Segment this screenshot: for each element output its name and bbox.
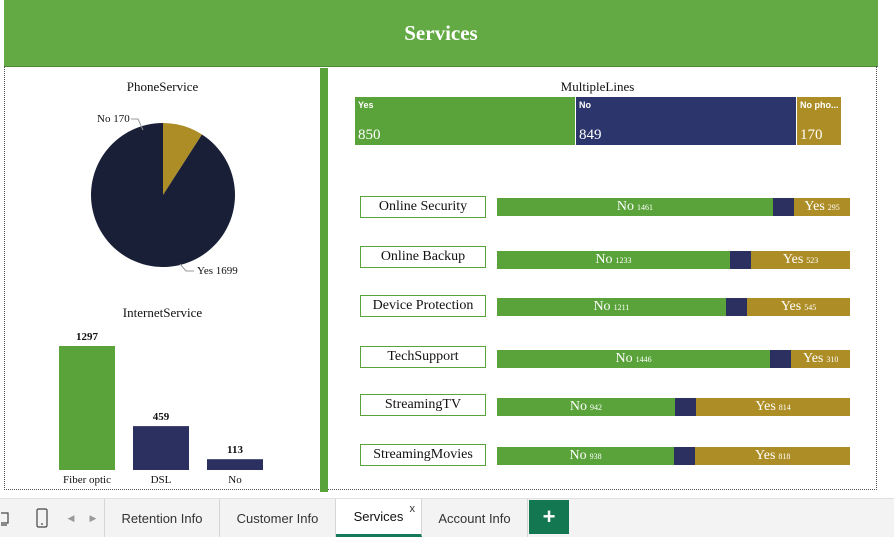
tab-services-label: Services: [353, 509, 404, 524]
phone-service-title: PhoneService: [126, 79, 199, 94]
service-segment-yes[interactable]: Yes 814: [696, 398, 850, 416]
segment-value: 295: [827, 202, 840, 212]
sheet-tab-bar: ◀ ▶ Retention Info Customer Info Service…: [0, 498, 894, 537]
service-segment-no[interactable]: No 1461: [497, 198, 773, 216]
segment-label: Yes: [782, 252, 804, 267]
tab-services[interactable]: Services x: [336, 499, 422, 537]
multiple-lines-no-phone-block[interactable]: No pho... 170: [797, 97, 841, 145]
internet-bar-category: No: [228, 474, 242, 486]
service-segment-mid[interactable]: [725, 298, 748, 316]
segment-label: No: [569, 399, 588, 414]
segment-value: 1233: [615, 255, 632, 265]
service-bar-device-protection[interactable]: No 1211 Yes 545: [497, 298, 850, 316]
segment-value: 545: [804, 302, 817, 312]
section-divider: [320, 68, 328, 492]
multiple-lines-yes-value: 850: [358, 127, 381, 143]
service-label-online-backup[interactable]: Online Backup: [360, 246, 486, 268]
segment-value: 310: [826, 354, 839, 364]
service-label-streamingmovies[interactable]: StreamingMovies: [360, 444, 486, 466]
segment-label: Yes: [780, 299, 802, 314]
internet-bar-dsl[interactable]: [133, 426, 189, 470]
service-bar-online-backup[interactable]: No 1233 Yes 523: [497, 251, 850, 269]
service-label-techsupport[interactable]: TechSupport: [360, 346, 486, 368]
multiple-lines-no-block[interactable]: No 849: [576, 97, 796, 145]
segment-label: Yes: [804, 199, 825, 214]
tab-retention-info[interactable]: Retention Info: [104, 499, 220, 537]
segment-value: 814: [778, 402, 791, 412]
add-page-button[interactable]: +: [529, 500, 569, 534]
service-label-streamingtv[interactable]: StreamingTV: [360, 394, 486, 416]
service-segment-no[interactable]: No 1446: [497, 350, 771, 368]
service-segment-mid[interactable]: [674, 447, 696, 465]
page-title: Services: [404, 20, 478, 45]
service-bar-streamingmovies[interactable]: No 938 Yes 818: [497, 447, 850, 465]
service-segment-mid[interactable]: [729, 251, 752, 269]
internet-bar-value: 1297: [76, 331, 99, 343]
segment-label: No: [595, 252, 613, 267]
segment-label: Yes: [803, 351, 824, 366]
internet-bar-category: DSL: [151, 474, 172, 486]
service-segment-no[interactable]: No 938: [497, 447, 675, 465]
segment-label: No: [569, 448, 587, 463]
service-segment-no[interactable]: No 1233: [497, 251, 730, 269]
pie-label-yes: Yes 1699: [197, 265, 238, 277]
segment-label: No: [593, 299, 611, 314]
service-segment-mid[interactable]: [674, 398, 697, 416]
segment-value: 942: [590, 402, 603, 412]
multiple-lines-no-label: No: [579, 100, 591, 110]
segment-value: 1446: [635, 354, 652, 364]
segment-label: No: [616, 199, 635, 214]
segment-value: 1211: [613, 302, 630, 312]
service-segment-yes[interactable]: Yes 818: [695, 447, 850, 465]
multiple-lines-no-phone-label: No pho...: [800, 100, 838, 110]
service-label-online-security[interactable]: Online Security: [360, 196, 486, 218]
service-segment-no[interactable]: No 942: [497, 398, 675, 416]
tab-close-icon[interactable]: x: [410, 503, 416, 515]
segment-value: 523: [806, 255, 819, 265]
page-header: Services: [4, 0, 878, 67]
internet-service-bar-chart: 1297 Fiber optic 459 DSL 113 No: [59, 331, 263, 486]
mobile-view-icon[interactable]: [32, 499, 52, 537]
service-bar-streamingtv[interactable]: No 942 Yes 814: [497, 398, 850, 416]
tab-scroll-right-icon[interactable]: ▶: [86, 499, 100, 537]
internet-bar-value: 113: [227, 444, 243, 456]
desktop-view-icon[interactable]: [0, 499, 12, 537]
multiple-lines-yes-block[interactable]: Yes 850: [355, 97, 575, 145]
internet-bar-fiber-optic[interactable]: [59, 346, 115, 470]
service-bar-online-security[interactable]: No 1461 Yes 295: [497, 198, 850, 216]
internet-bar-no[interactable]: [207, 459, 263, 470]
internet-service-title: InternetService: [122, 305, 203, 320]
service-segment-yes[interactable]: Yes 295: [794, 198, 850, 216]
service-segment-yes[interactable]: Yes 310: [791, 350, 850, 368]
segment-label: No: [615, 351, 633, 366]
pie-slice-yes[interactable]: [90, 123, 235, 267]
tab-account-info[interactable]: Account Info: [422, 499, 528, 537]
multiple-lines-title: MultipleLines: [560, 79, 635, 94]
multiple-lines-yes-label: Yes: [358, 100, 374, 110]
internet-bar-value: 459: [153, 411, 170, 423]
pie-label-no: No 170: [97, 113, 130, 125]
segment-value: 1461: [637, 202, 654, 212]
service-segment-yes[interactable]: Yes 523: [751, 251, 850, 269]
service-segment-mid[interactable]: [772, 198, 795, 216]
internet-bar-category: Fiber optic: [63, 474, 111, 486]
service-segment-yes[interactable]: Yes 545: [747, 298, 850, 316]
multiple-lines-no-phone-value: 170: [800, 127, 823, 143]
multiple-lines-no-value: 849: [579, 127, 602, 143]
tab-customer-info[interactable]: Customer Info: [220, 499, 336, 537]
service-segment-mid[interactable]: [770, 350, 792, 368]
segment-value: 818: [778, 451, 791, 461]
service-label-device-protection[interactable]: Device Protection: [360, 295, 486, 317]
phone-service-pie: No 170 Yes 1699: [90, 113, 238, 277]
segment-label: Yes: [755, 399, 776, 414]
service-segment-no[interactable]: No 1211: [497, 298, 726, 316]
tab-scroll-left-icon[interactable]: ◀: [64, 499, 78, 537]
segment-value: 938: [589, 451, 602, 461]
segment-label: Yes: [755, 448, 776, 463]
service-bar-techsupport[interactable]: No 1446 Yes 310: [497, 350, 850, 368]
